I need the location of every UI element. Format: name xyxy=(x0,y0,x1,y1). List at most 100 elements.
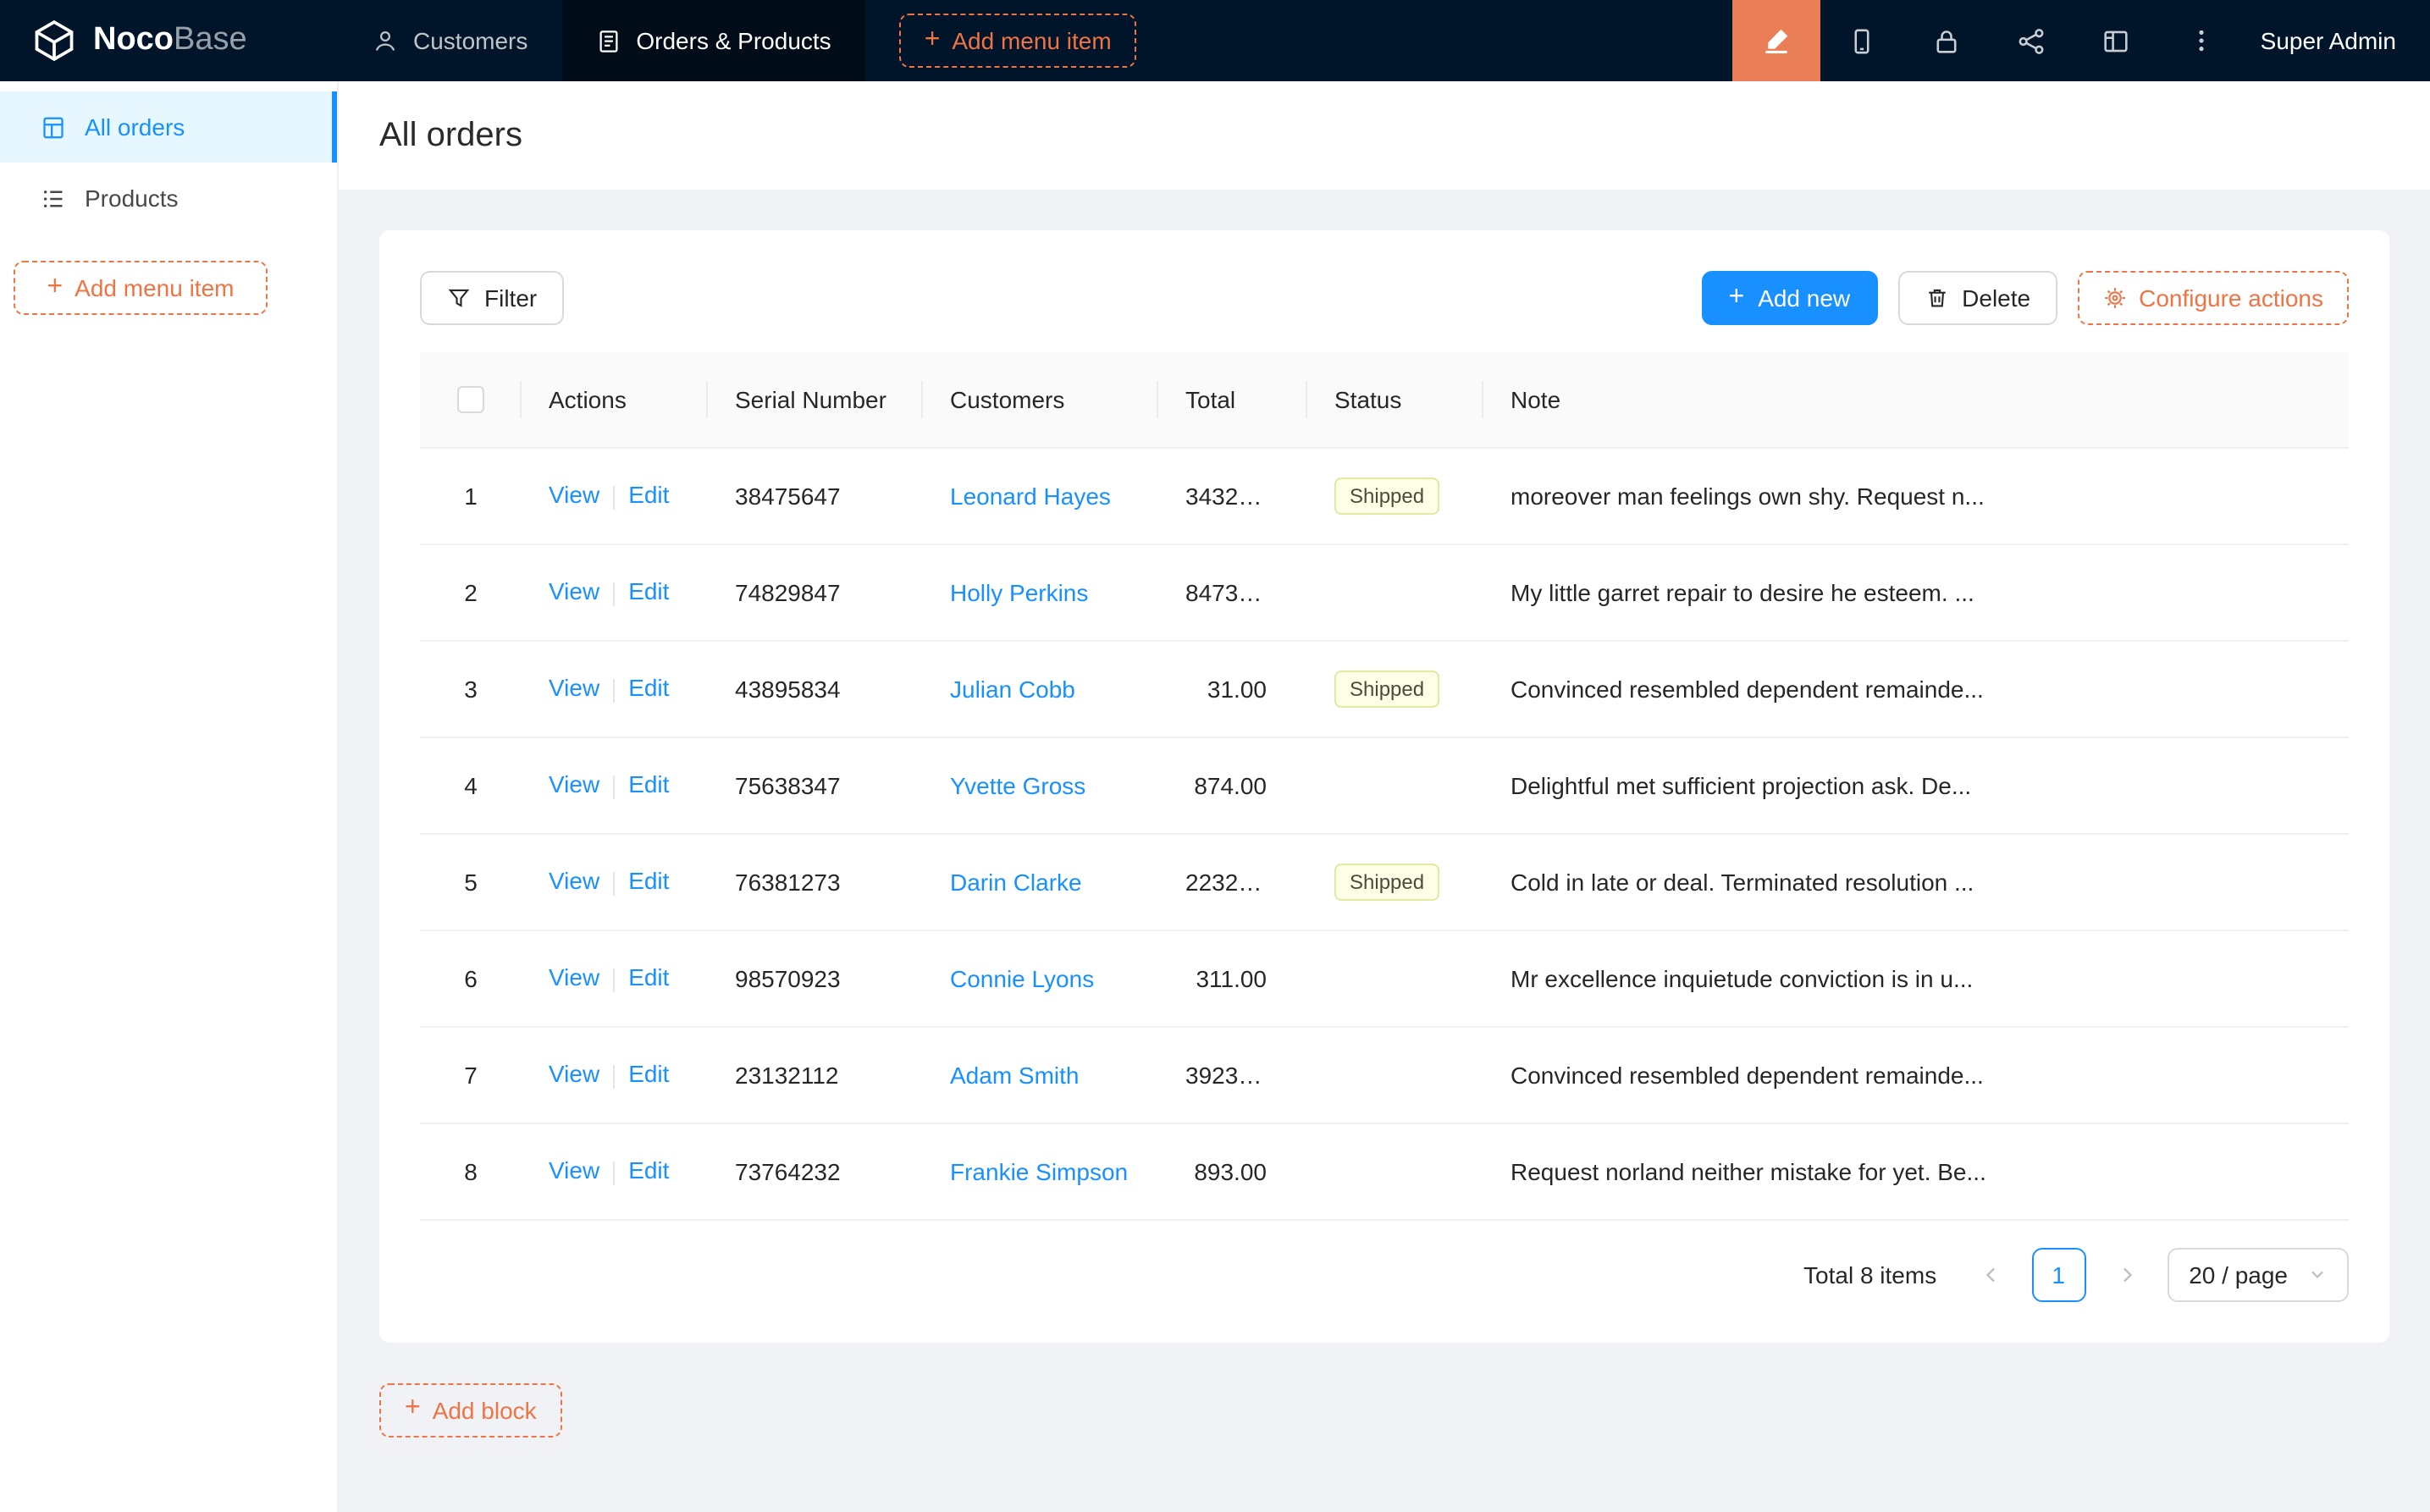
edit-link[interactable]: Edit xyxy=(628,482,669,509)
customer-link[interactable]: Yvette Gross xyxy=(950,771,1085,798)
view-link[interactable]: View xyxy=(549,482,599,509)
ui-editor-icon-button[interactable] xyxy=(1732,0,1820,81)
customer-link[interactable]: Leonard Hayes xyxy=(950,482,1111,509)
edit-link[interactable]: Edit xyxy=(628,964,669,991)
orders-table: Actions Serial Number Customers Total St… xyxy=(420,352,2349,1220)
note-cell: Convinced resembled dependent remainde..… xyxy=(1483,1026,2349,1123)
pagination-page-1[interactable]: 1 xyxy=(2031,1247,2085,1301)
tab-label: Orders & Products xyxy=(636,27,831,54)
view-link[interactable]: View xyxy=(549,964,599,991)
customer-cell: Frankie Simpson xyxy=(923,1123,1158,1219)
table-row: 2 ViewEdit 74829847 Holly Perkins 8473.0… xyxy=(420,544,2349,640)
add-new-button[interactable]: + Add new xyxy=(1702,271,1878,325)
row-index: 3 xyxy=(420,640,522,737)
app-header: NocoBase Customers O xyxy=(0,0,2430,81)
note-cell: Mr excellence inquietude conviction is i… xyxy=(1483,930,2349,1026)
status-cell: Shipped xyxy=(1307,447,1483,544)
select-all-header xyxy=(420,352,522,447)
row-actions: View Edit xyxy=(522,737,708,833)
brand-logo[interactable]: NocoBase xyxy=(0,0,339,81)
total-cell: 8473.00 xyxy=(1158,544,1307,640)
tab-orders-products[interactable]: Orders & Products xyxy=(561,0,864,81)
serial-number-cell: 38475647 xyxy=(708,447,923,544)
table-row: 7 ViewEdit 23132112 Adam Smith 3923.00 C… xyxy=(420,1026,2349,1123)
more-icon-button[interactable] xyxy=(2159,0,2244,81)
status-cell: Shipped xyxy=(1307,640,1483,737)
mobile-icon-button[interactable] xyxy=(1820,0,1905,81)
view-link[interactable]: View xyxy=(549,868,599,895)
layout-icon-button[interactable] xyxy=(2074,0,2159,81)
add-block-button[interactable]: + Add block xyxy=(379,1382,562,1437)
status-tag: Shipped xyxy=(1334,670,1439,707)
status-cell xyxy=(1307,737,1483,833)
serial-number-cell: 76381273 xyxy=(708,833,923,930)
plus-icon: + xyxy=(47,273,63,301)
view-link[interactable]: View xyxy=(549,675,599,702)
edit-link[interactable]: Edit xyxy=(628,675,669,702)
filter-button[interactable]: Filter xyxy=(420,271,564,325)
customer-cell: Darin Clarke xyxy=(923,833,1158,930)
note-cell: Convinced resembled dependent remainde..… xyxy=(1483,640,2349,737)
tab-label: Customers xyxy=(413,27,527,54)
page-title: All orders xyxy=(379,116,522,155)
add-menu-item-button-header[interactable]: + Add menu item xyxy=(899,14,1137,68)
customer-cell: Yvette Gross xyxy=(923,737,1158,833)
edit-link[interactable]: Edit xyxy=(628,1157,669,1184)
table-row: 5 ViewEdit 76381273 Darin Clarke 2232.00… xyxy=(420,833,2349,930)
customer-link[interactable]: Adam Smith xyxy=(950,1061,1080,1088)
table-row: 6 ViewEdit 98570923 Connie Lyons 311.00 … xyxy=(420,930,2349,1026)
row-index: 1 xyxy=(420,447,522,544)
column-header-actions: Actions xyxy=(522,352,708,447)
edit-link[interactable]: Edit xyxy=(628,578,669,605)
delete-button[interactable]: Delete xyxy=(1897,271,2057,325)
sidebar-item-products[interactable]: Products xyxy=(0,163,337,234)
user-menu[interactable]: Super Admin xyxy=(2244,27,2430,54)
tab-customers[interactable]: Customers xyxy=(339,0,561,81)
select-all-checkbox[interactable] xyxy=(457,387,484,414)
pagination-next-button[interactable] xyxy=(2099,1247,2153,1301)
table-toolbar: Filter + Add new xyxy=(420,271,2349,325)
edit-link[interactable]: Edit xyxy=(628,771,669,798)
edit-link[interactable]: Edit xyxy=(628,868,669,895)
customer-link[interactable]: Darin Clarke xyxy=(950,868,1082,895)
customer-link[interactable]: Frankie Simpson xyxy=(950,1157,1128,1184)
pagination-total: Total 8 items xyxy=(1803,1261,1936,1288)
note-cell: moreover man feelings own shy. Request n… xyxy=(1483,447,2349,544)
table-row: 8 ViewEdit 73764232 Frankie Simpson 893.… xyxy=(420,1123,2349,1219)
filter-icon xyxy=(447,286,471,310)
pagination-prev-button[interactable] xyxy=(1963,1247,2018,1301)
view-link[interactable]: View xyxy=(549,1157,599,1184)
header-right-actions: Super Admin xyxy=(1732,0,2430,81)
nocobase-logo-icon xyxy=(30,17,78,64)
customer-link[interactable]: Julian Cobb xyxy=(950,675,1075,702)
row-actions: View Edit xyxy=(522,833,708,930)
serial-number-cell: 75638347 xyxy=(708,737,923,833)
sidebar-menu: All orders Products xyxy=(0,81,337,234)
customer-cell: Julian Cobb xyxy=(923,640,1158,737)
column-header-status: Status xyxy=(1307,352,1483,447)
page-content: Filter + Add new xyxy=(339,190,2430,1477)
divider xyxy=(613,582,615,605)
serial-number-cell: 23132112 xyxy=(708,1026,923,1123)
row-actions: View Edit xyxy=(522,1026,708,1123)
sidebar-item-all-orders[interactable]: All orders xyxy=(0,91,337,163)
total-cell: 2232.00 xyxy=(1158,833,1307,930)
note-cell: Cold in late or deal. Terminated resolut… xyxy=(1483,833,2349,930)
view-link[interactable]: View xyxy=(549,578,599,605)
edit-link[interactable]: Edit xyxy=(628,1061,669,1088)
add-menu-item-button-sidebar[interactable]: + Add menu item xyxy=(14,261,268,315)
share-icon-button[interactable] xyxy=(1990,0,2074,81)
view-link[interactable]: View xyxy=(549,771,599,798)
page-size-select[interactable]: 20 / page xyxy=(2167,1247,2349,1301)
customer-link[interactable]: Holly Perkins xyxy=(950,578,1088,605)
view-link[interactable]: View xyxy=(549,1061,599,1088)
status-tag: Shipped xyxy=(1334,863,1439,900)
total-cell: 311.00 xyxy=(1158,930,1307,1026)
customer-link[interactable]: Connie Lyons xyxy=(950,964,1094,991)
note-cell: My little garret repair to desire he est… xyxy=(1483,544,2349,640)
lock-icon-button[interactable] xyxy=(1905,0,1990,81)
row-actions: View Edit xyxy=(522,1123,708,1219)
configure-actions-button[interactable]: Configure actions xyxy=(2078,271,2349,325)
total-cell: 893.00 xyxy=(1158,1123,1307,1219)
sidebar-item-label: Products xyxy=(85,185,179,212)
